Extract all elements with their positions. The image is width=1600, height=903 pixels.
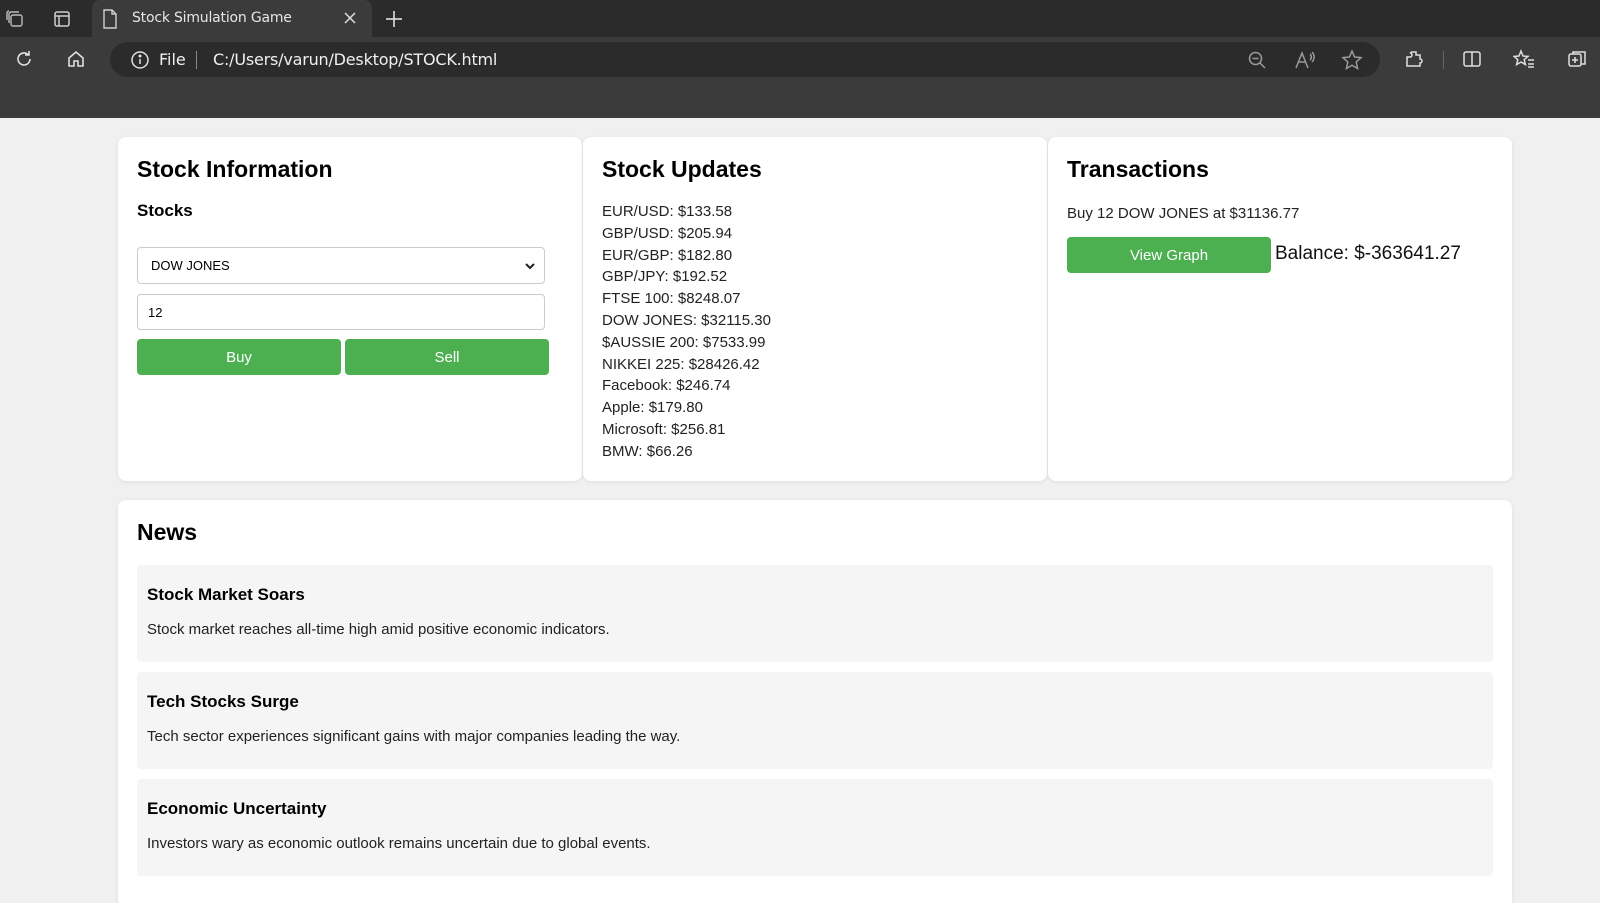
stock-updates-list: EUR/USD: $133.58 GBP/USD: $205.94 EUR/GB… [602, 201, 771, 463]
close-icon[interactable] [336, 4, 364, 32]
workspaces-icon[interactable] [0, 4, 30, 34]
stock-information-heading: Stock Information [137, 156, 333, 182]
buy-button[interactable]: Buy [137, 339, 341, 375]
transactions-heading: Transactions [1067, 156, 1209, 182]
new-tab-icon[interactable] [379, 4, 409, 34]
sell-button[interactable]: Sell [345, 339, 549, 375]
stock-update-row: Apple: $179.80 [602, 399, 703, 417]
transaction-entry: Buy 12 DOW JONES at $31136.77 [1067, 205, 1300, 222]
address-scheme: File [159, 50, 186, 69]
news-card: News Stock Market Soars Stock market rea… [118, 500, 1512, 903]
tab-title: Stock Simulation Game [132, 10, 292, 26]
browser-toolbar: File C:/Users/varun/Desktop/STOCK.html [0, 37, 1600, 81]
news-item-text: Investors wary as economic outlook remai… [147, 835, 651, 852]
stock-update-row: GBP/JPY: $192.52 [602, 268, 728, 286]
favorites-icon[interactable] [1509, 44, 1539, 74]
news-heading: News [137, 519, 198, 545]
stock-select-value: DOW JONES [151, 258, 230, 273]
news-item-text: Tech sector experiences significant gain… [147, 728, 681, 745]
news-item-title: Economic Uncertainty [147, 799, 327, 818]
stock-update-row: Microsoft: $256.81 [602, 420, 726, 438]
quantity-input[interactable]: 12 [137, 294, 545, 330]
zoom-out-icon[interactable] [1247, 50, 1267, 70]
extensions-icon[interactable] [1399, 44, 1429, 74]
stock-update-row: GBP/USD: $205.94 [602, 224, 733, 242]
stock-update-row: DOW JONES: $32115.30 [602, 311, 771, 329]
page-icon [102, 9, 118, 29]
address-separator [196, 51, 197, 69]
split-screen-icon[interactable] [1457, 44, 1487, 74]
chevron-down-icon [524, 260, 536, 272]
info-icon[interactable] [130, 50, 150, 70]
toolbar-divider [1443, 51, 1444, 69]
news-item-title: Stock Market Soars [147, 585, 305, 604]
refresh-icon[interactable] [9, 44, 39, 74]
stock-updates-card: Stock Updates EUR/USD: $133.58 GBP/USD: … [583, 137, 1047, 481]
stock-update-row: EUR/USD: $133.58 [602, 203, 733, 220]
stock-update-row: Facebook: $246.74 [602, 377, 731, 395]
stock-updates-heading: Stock Updates [602, 156, 762, 182]
collections-icon[interactable] [1562, 44, 1592, 74]
home-icon[interactable] [61, 44, 91, 74]
address-bar[interactable]: File C:/Users/varun/Desktop/STOCK.html [110, 42, 1380, 77]
news-item-text: Stock market reaches all-time high amid … [147, 621, 610, 638]
favorite-star-icon[interactable] [1341, 49, 1363, 71]
news-item: Economic Uncertainty Investors wary as e… [137, 779, 1493, 876]
stock-update-row: BMW: $66.26 [602, 442, 693, 460]
stocks-label: Stocks [137, 201, 193, 220]
stock-update-row: NIKKEI 225: $28426.42 [602, 355, 760, 373]
balance-text: Balance: $-363641.27 [1275, 243, 1461, 264]
stock-update-row: FTSE 100: $8248.07 [602, 290, 741, 308]
news-item: Tech Stocks Surge Tech sector experience… [137, 672, 1493, 769]
stock-update-row: EUR/GBP: $182.80 [602, 246, 733, 264]
news-item: Stock Market Soars Stock market reaches … [137, 565, 1493, 662]
tab-stock-simulation[interactable]: Stock Simulation Game [92, 0, 372, 37]
tab-actions-icon[interactable] [47, 4, 77, 34]
address-url[interactable]: C:/Users/varun/Desktop/STOCK.html [213, 50, 497, 69]
read-aloud-icon[interactable] [1294, 50, 1316, 70]
browser-toolbar-strip [0, 81, 1600, 118]
view-graph-button[interactable]: View Graph [1067, 237, 1271, 273]
transactions-card: Transactions Buy 12 DOW JONES at $31136.… [1048, 137, 1512, 481]
news-item-title: Tech Stocks Surge [147, 692, 299, 711]
stock-select[interactable]: DOW JONES [137, 247, 545, 284]
stock-update-row: $AUSSIE 200: $7533.99 [602, 333, 766, 351]
stock-information-card: Stock Information Stocks DOW JONES 12 Bu… [118, 137, 582, 481]
browser-tab-strip: Stock Simulation Game [0, 0, 1600, 37]
